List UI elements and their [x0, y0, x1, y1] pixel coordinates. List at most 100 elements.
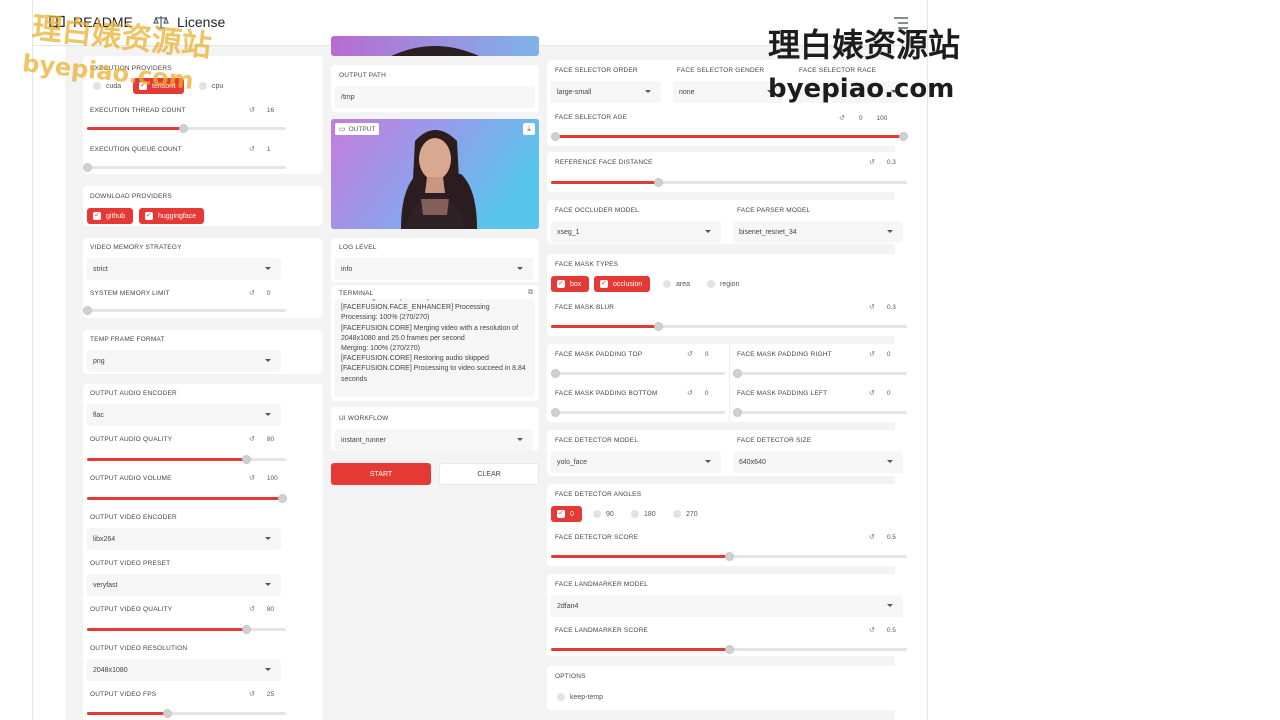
- pad-bottom-value[interactable]: ↺ 0: [687, 389, 709, 398]
- queue-count-slider[interactable]: [83, 163, 286, 172]
- slider-thumb[interactable]: [162, 709, 172, 718]
- mask-type-occlusion[interactable]: ✓ occlusion: [594, 276, 651, 292]
- video-quality-value[interactable]: ↺ 80: [249, 605, 274, 614]
- reset-icon[interactable]: ↺: [839, 114, 845, 122]
- detector-score-value[interactable]: ↺ 0.5: [869, 533, 896, 542]
- download-icon[interactable]: ⤓: [523, 123, 535, 135]
- selector-age-range[interactable]: ↺ 0 100: [839, 114, 887, 123]
- pad-right-slider[interactable]: [733, 369, 907, 378]
- ui-workflow-select[interactable]: instant_runner: [335, 429, 533, 451]
- selector-gender-select[interactable]: none: [673, 81, 783, 103]
- reset-icon[interactable]: ↺: [869, 389, 875, 397]
- selector-order-select[interactable]: large-small: [551, 81, 661, 103]
- slider-thumb[interactable]: [242, 625, 252, 634]
- mask-type-region[interactable]: region: [701, 276, 747, 292]
- thread-count-value[interactable]: ↺ 16: [249, 106, 274, 115]
- video-resolution-select[interactable]: 2048x1080: [87, 659, 281, 681]
- clear-button[interactable]: CLEAR: [439, 463, 539, 485]
- detector-score-slider[interactable]: [551, 552, 907, 561]
- reset-icon[interactable]: ↺: [869, 350, 875, 358]
- pad-bottom-slider[interactable]: [551, 408, 725, 417]
- thread-count-slider[interactable]: [87, 124, 286, 133]
- slider-thumb[interactable]: [83, 306, 92, 315]
- audio-volume-value[interactable]: ↺ 100: [249, 474, 278, 483]
- slider-thumb[interactable]: [725, 552, 734, 561]
- provider-cpu[interactable]: cpu: [193, 78, 231, 94]
- reset-icon[interactable]: ↺: [687, 350, 693, 358]
- slider-thumb[interactable]: [725, 645, 734, 654]
- mask-blur-slider[interactable]: [551, 322, 907, 331]
- reset-icon[interactable]: ↺: [249, 474, 255, 482]
- pad-right-value[interactable]: ↺ 0: [869, 350, 891, 359]
- queue-count-value[interactable]: ↺ 1: [249, 145, 271, 154]
- slider-thumb[interactable]: [733, 408, 742, 417]
- audio-quality-value[interactable]: ↺ 80: [249, 435, 274, 444]
- temp-frame-format-select[interactable]: png: [87, 350, 281, 372]
- slider-thumb[interactable]: [178, 124, 188, 133]
- mask-type-box[interactable]: ✓ box: [551, 276, 590, 292]
- video-preset-select[interactable]: veryfast: [87, 574, 281, 596]
- slider-thumb[interactable]: [733, 369, 742, 378]
- video-encoder-select[interactable]: libx264: [87, 528, 281, 550]
- reset-icon[interactable]: ↺: [687, 389, 693, 397]
- slider-thumb[interactable]: [551, 408, 560, 417]
- detector-model-select[interactable]: yolo_face: [551, 451, 721, 473]
- slider-thumb[interactable]: [653, 322, 663, 331]
- reset-icon[interactable]: ↺: [869, 626, 875, 634]
- start-button[interactable]: START: [331, 463, 431, 485]
- reset-icon[interactable]: ↺: [869, 158, 875, 166]
- system-memory-limit-value[interactable]: ↺ 0: [249, 289, 271, 298]
- reset-icon[interactable]: ↺: [249, 289, 255, 297]
- pad-top-value[interactable]: ↺ 0: [687, 350, 709, 359]
- pad-right-label: FACE MASK PADDING RIGHT: [737, 351, 832, 358]
- slider-thumb-min[interactable]: [551, 132, 560, 141]
- slider-thumb[interactable]: [83, 163, 92, 172]
- video-fps-value[interactable]: ↺ 25: [249, 690, 274, 699]
- reset-icon[interactable]: ↺: [249, 690, 255, 698]
- video-quality-slider[interactable]: [87, 625, 286, 634]
- download-providers-panel: DOWNLOAD PROVIDERS ✓ github ✓ huggingface: [83, 186, 323, 226]
- pad-top-slider[interactable]: [551, 369, 725, 378]
- video-memory-strategy-select[interactable]: strict: [87, 258, 281, 280]
- audio-volume-slider[interactable]: [87, 494, 287, 503]
- reset-icon[interactable]: ↺: [249, 145, 255, 153]
- video-fps-slider[interactable]: [87, 709, 286, 718]
- pad-left-value[interactable]: ↺ 0: [869, 389, 891, 398]
- slider-thumb[interactable]: [653, 178, 663, 187]
- audio-encoder-select[interactable]: flac: [87, 404, 281, 426]
- slider-thumb[interactable]: [242, 455, 252, 464]
- angle-0[interactable]: ✓ 0: [551, 506, 582, 522]
- mask-type-area[interactable]: area: [657, 276, 698, 292]
- pad-left-slider[interactable]: [733, 408, 907, 417]
- selector-age-slider[interactable]: [551, 132, 908, 141]
- angle-270[interactable]: 270: [667, 506, 706, 522]
- slider-thumb-max[interactable]: [899, 132, 908, 141]
- mask-blur-value[interactable]: ↺ 0.3: [869, 303, 896, 312]
- slider-thumb[interactable]: [551, 369, 560, 378]
- detector-size-select[interactable]: 640x640: [733, 451, 903, 473]
- ref-distance-slider[interactable]: [551, 178, 907, 187]
- parser-model-select[interactable]: bisenet_resnet_34: [733, 221, 903, 243]
- option-keep-temp[interactable]: keep-temp: [551, 689, 611, 705]
- occluder-model-select[interactable]: xseg_1: [551, 221, 721, 243]
- angle-180[interactable]: 180: [625, 506, 664, 522]
- landmarker-score-slider[interactable]: [551, 645, 907, 654]
- reset-icon[interactable]: ↺: [249, 435, 255, 443]
- landmarker-model-select[interactable]: 2dfan4: [551, 595, 903, 617]
- log-level-select[interactable]: info: [335, 258, 533, 280]
- system-memory-limit-slider[interactable]: [83, 306, 286, 315]
- slider-thumb[interactable]: [278, 494, 287, 503]
- output-path-input[interactable]: /tmp: [335, 86, 535, 108]
- reset-icon[interactable]: ↺: [869, 533, 875, 541]
- angle-90[interactable]: 90: [587, 506, 622, 522]
- reset-icon[interactable]: ↺: [249, 106, 255, 114]
- provider-github[interactable]: ✓ github: [87, 208, 134, 224]
- audio-quality-slider[interactable]: [87, 455, 286, 464]
- ref-distance-value[interactable]: ↺ 0.3: [869, 158, 896, 167]
- terminal-output[interactable]: Processing: 100% (270/270) [FACEFUSION.F…: [335, 299, 535, 397]
- reset-icon[interactable]: ↺: [869, 303, 875, 311]
- provider-huggingface[interactable]: ✓ huggingface: [139, 208, 205, 224]
- landmarker-score-value[interactable]: ↺ 0.5: [869, 626, 896, 635]
- reset-icon[interactable]: ↺: [249, 605, 255, 613]
- copy-icon[interactable]: ⧉: [528, 289, 533, 297]
